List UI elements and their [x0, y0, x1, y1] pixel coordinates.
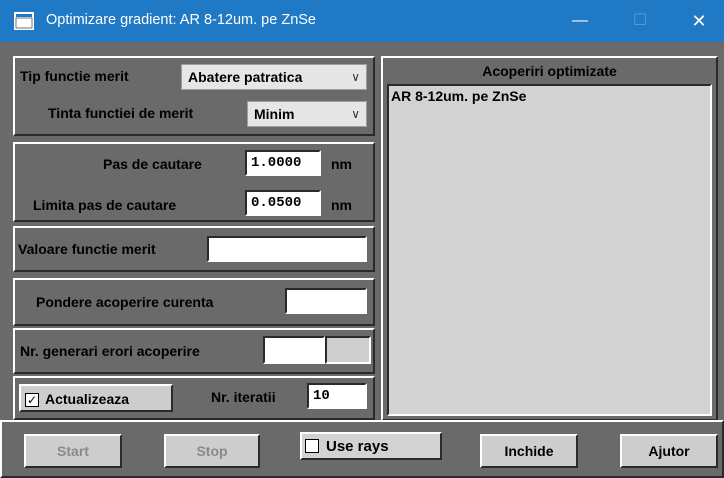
- step-input[interactable]: 1.0000: [245, 150, 321, 176]
- optimized-panel: Acoperiri optimizate AR 8-12um. pe ZnSe: [381, 56, 718, 421]
- use-rays-checkbox[interactable]: [305, 439, 319, 453]
- update-toggle[interactable]: ✓ Actualizeaza: [19, 384, 173, 412]
- stop-button[interactable]: Stop: [164, 434, 260, 468]
- optimizer-window: Optimizare gradient: AR 8-12um. pe ZnSe …: [0, 0, 724, 478]
- update-checkbox[interactable]: ✓: [25, 393, 39, 407]
- error-generations-panel: Nr. generari erori acoperire: [13, 328, 375, 374]
- step-label: Pas de cautare: [103, 156, 202, 172]
- chevron-down-icon: ∨: [351, 70, 360, 84]
- chevron-down-icon: ∨: [351, 107, 360, 121]
- close-button[interactable]: Inchide: [480, 434, 578, 468]
- window-title: Optimizare gradient: AR 8-12um. pe ZnSe: [46, 12, 316, 28]
- error-generations-spinner[interactable]: [325, 336, 371, 364]
- app-icon: [14, 12, 34, 30]
- merit-type-value: Abatere patratica: [188, 69, 303, 85]
- use-rays-toggle[interactable]: Use rays: [300, 432, 442, 460]
- start-button[interactable]: Start: [24, 434, 122, 468]
- weight-panel: Pondere acoperire curenta: [13, 278, 375, 326]
- maximize-button[interactable]: ☐: [615, 0, 665, 42]
- error-generations-field[interactable]: [263, 336, 325, 364]
- iterations-label: Nr. iteratii: [211, 389, 276, 405]
- limit-unit: nm: [331, 197, 352, 213]
- optimized-list[interactable]: AR 8-12um. pe ZnSe: [387, 84, 712, 416]
- step-unit: nm: [331, 156, 352, 172]
- iterations-input[interactable]: 10: [307, 383, 367, 409]
- limit-label: Limita pas de cautare: [33, 197, 177, 213]
- title-bar[interactable]: Optimizare gradient: AR 8-12um. pe ZnSe …: [0, 0, 724, 42]
- merit-type-label: Tip functie merit: [20, 68, 129, 84]
- merit-target-value: Minim: [254, 106, 295, 122]
- limit-input[interactable]: 0.0500: [245, 190, 321, 216]
- merit-target-select[interactable]: Minim ∨: [247, 101, 367, 127]
- client-area: Tip functie merit Abatere patratica ∨ Ti…: [0, 42, 724, 478]
- merit-value-panel: Valoare functie merit: [13, 226, 375, 272]
- optimized-header: Acoperiri optimizate: [482, 63, 617, 79]
- weight-field[interactable]: [285, 288, 367, 314]
- close-window-button[interactable]: ✕: [674, 0, 724, 42]
- use-rays-label: Use rays: [326, 438, 389, 455]
- error-generations-label: Nr. generari erori acoperire: [20, 343, 200, 359]
- update-checkbox-label: Actualizeaza: [45, 391, 130, 407]
- button-bar: Start Stop Use rays Inchide Ajutor: [0, 420, 724, 478]
- merit-panel: Tip functie merit Abatere patratica ∨ Ti…: [13, 56, 375, 136]
- search-step-panel: Pas de cautare 1.0000 nm Limita pas de c…: [13, 142, 375, 222]
- merit-target-label: Tinta functiei de merit: [48, 105, 194, 121]
- merit-value-label: Valoare functie merit: [18, 241, 156, 257]
- help-button[interactable]: Ajutor: [620, 434, 718, 468]
- weight-label: Pondere acoperire curenta: [36, 294, 214, 310]
- update-panel: ✓ Actualizeaza Nr. iteratii 10: [13, 376, 375, 420]
- list-item[interactable]: AR 8-12um. pe ZnSe: [391, 88, 526, 104]
- merit-value-field[interactable]: [207, 236, 367, 262]
- merit-type-select[interactable]: Abatere patratica ∨: [181, 64, 367, 90]
- minimize-button[interactable]: —: [555, 0, 605, 42]
